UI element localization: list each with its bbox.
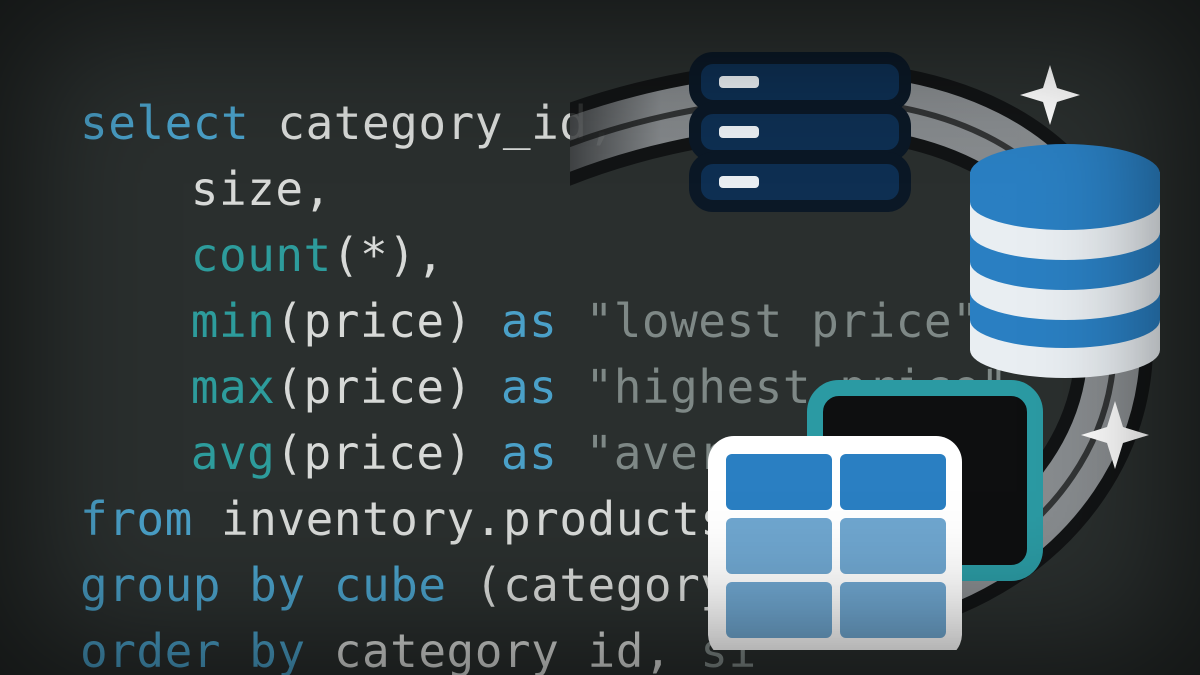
ident-size-partial: si	[700, 624, 756, 675]
code-line-8: group by cube (category_	[80, 558, 757, 612]
args-count: (*)	[332, 228, 417, 282]
args-min: (price)	[275, 294, 501, 348]
kw-group-by: group by	[80, 558, 334, 612]
sql-code-block: select category_id, size, count(*), min(…	[80, 24, 1037, 675]
ident-category-id: category_id,	[277, 96, 615, 150]
func-max: max	[191, 360, 276, 414]
ident-size: size	[191, 162, 304, 216]
ident-category-id-2: category_id	[334, 624, 644, 675]
kw-select: select	[80, 96, 277, 150]
sparkle-icon	[1081, 401, 1149, 469]
code-line-7: from inventory.products	[80, 492, 729, 546]
func-avg: avg	[191, 426, 276, 480]
args-avg: (price)	[275, 426, 501, 480]
kw-as-3: as	[501, 426, 586, 480]
comma: ,	[304, 162, 332, 216]
func-count: count	[191, 228, 332, 282]
str-lowest: "lowest price"	[586, 294, 981, 348]
kw-as-1: as	[501, 294, 586, 348]
code-line-1: select category_id,	[80, 96, 616, 150]
kw-as-2: as	[501, 360, 586, 414]
code-line-9: order by category_id, si	[80, 624, 757, 675]
ident-category-partial: category_	[503, 558, 757, 612]
ident-inventory: inventory	[221, 492, 475, 546]
str-highest: "highest price"	[586, 360, 1009, 414]
code-line-2: size,	[80, 162, 332, 216]
stage: select category_id, size, count(*), min(…	[0, 0, 1200, 675]
paren-open: (	[475, 558, 503, 612]
func-min: min	[191, 294, 276, 348]
code-line-3: count(*),	[80, 228, 445, 282]
args-max: (price)	[275, 360, 501, 414]
kw-from: from	[80, 492, 221, 546]
code-line-4: min(price) as "lowest price",	[80, 294, 1008, 348]
dot: .	[475, 492, 503, 546]
kw-order-by: order by	[80, 624, 334, 675]
ident-products: products	[503, 492, 729, 546]
comma-2: ,	[644, 624, 700, 675]
kw-cube: cube	[334, 558, 475, 612]
str-average-partial: "averag	[586, 426, 783, 480]
code-line-6: avg(price) as "averag	[80, 426, 783, 480]
code-line-5: max(price) as "highest price",	[80, 360, 1037, 414]
